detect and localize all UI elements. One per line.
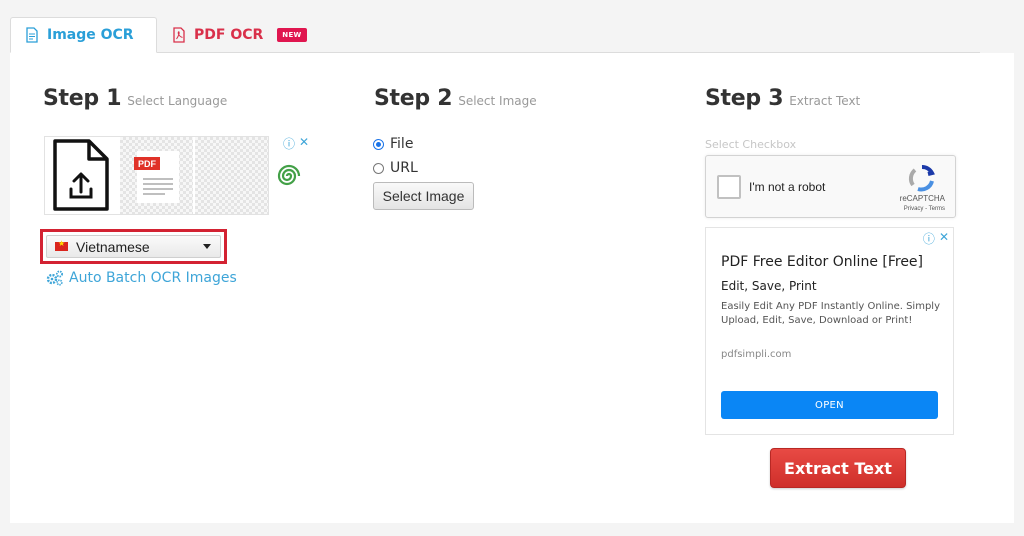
- ad-upload-cell: [45, 137, 118, 214]
- recaptcha-logo-icon: [908, 165, 935, 192]
- ad-description: Easily Edit Any PDF Instantly Online. Si…: [721, 301, 940, 326]
- radio-file-label: File: [390, 136, 414, 152]
- language-selected: Vietnamese: [76, 238, 150, 255]
- step-2-title: Step 2: [374, 86, 453, 111]
- step-2-header: Step 2 Select Image: [374, 86, 537, 111]
- ad-info-icon[interactable]: ⓘ: [283, 135, 295, 152]
- ad-close-icon[interactable]: ✕: [939, 230, 949, 247]
- step-1-header: Step 1 Select Language: [43, 86, 227, 111]
- tab-image-ocr-label: Image OCR: [47, 27, 134, 43]
- svg-text:PDF: PDF: [138, 159, 157, 169]
- ad-info-icon[interactable]: ⓘ: [923, 230, 935, 247]
- language-select[interactable]: Vietnamese: [40, 229, 227, 264]
- step-3-title: Step 3: [705, 86, 784, 111]
- select-image-button[interactable]: Select Image: [373, 182, 474, 210]
- radio-url[interactable]: URL: [373, 160, 418, 176]
- step-3-header: Step 3 Extract Text: [705, 86, 860, 111]
- radio-url-label: URL: [390, 160, 418, 176]
- chevron-down-icon: [203, 244, 211, 249]
- language-dropdown[interactable]: Vietnamese: [46, 235, 221, 258]
- ad-transparent-cell: [195, 137, 268, 214]
- vietnam-flag-icon: [55, 239, 68, 251]
- ad-title[interactable]: PDF Free Editor Online [Free]: [721, 254, 923, 270]
- file-upload-icon: [53, 139, 109, 211]
- ad-close-icon[interactable]: ✕: [299, 135, 309, 152]
- ad-open-button[interactable]: OPEN: [721, 391, 938, 419]
- image-ad[interactable]: PDF: [44, 136, 269, 215]
- text-ad[interactable]: ⓘ ✕ PDF Free Editor Online [Free] Edit, …: [705, 227, 954, 435]
- pdf-icon: [173, 27, 185, 43]
- step-1-subtitle: Select Language: [127, 94, 228, 108]
- gears-icon: [46, 270, 63, 286]
- radio-file-button[interactable]: [373, 138, 384, 150]
- tab-bar: Image OCR PDF OCR NEW: [10, 17, 980, 53]
- spiral-logo-icon: [277, 164, 301, 186]
- recaptcha-checkbox[interactable]: [717, 175, 741, 199]
- recaptcha-widget: I'm not a robot reCAPTCHA Privacy - Term…: [705, 155, 956, 218]
- pdf-document-icon: PDF: [134, 151, 179, 203]
- extract-text-button[interactable]: Extract Text: [770, 448, 906, 488]
- select-checkbox-label: Select Checkbox: [705, 138, 797, 151]
- document-icon: [26, 27, 38, 43]
- radio-file[interactable]: File: [373, 136, 413, 152]
- recaptcha-links[interactable]: Privacy - Terms: [904, 206, 945, 212]
- auto-batch-link[interactable]: Auto Batch OCR Images: [46, 270, 237, 286]
- tab-pdf-ocr-label: PDF OCR: [194, 27, 264, 43]
- ad-url: pdfsimpli.com: [721, 349, 792, 360]
- auto-batch-label: Auto Batch OCR Images: [69, 270, 237, 286]
- ad-pdf-cell: PDF: [120, 137, 193, 214]
- recaptcha-brand: reCAPTCHA: [899, 194, 945, 203]
- step-1-title: Step 1: [43, 86, 122, 111]
- tab-image-ocr[interactable]: Image OCR: [10, 17, 157, 53]
- recaptcha-text: I'm not a robot: [749, 180, 826, 194]
- ad-subtitle: Edit, Save, Print: [721, 279, 817, 293]
- step-3-subtitle: Extract Text: [789, 94, 861, 108]
- new-badge: NEW: [277, 28, 307, 42]
- step-2-subtitle: Select Image: [458, 94, 537, 108]
- radio-url-button[interactable]: [373, 162, 384, 174]
- ad-choices[interactable]: ⓘ ✕: [283, 135, 309, 152]
- text-ad-choices[interactable]: ⓘ ✕: [923, 230, 949, 247]
- tab-pdf-ocr[interactable]: PDF OCR NEW: [172, 17, 307, 53]
